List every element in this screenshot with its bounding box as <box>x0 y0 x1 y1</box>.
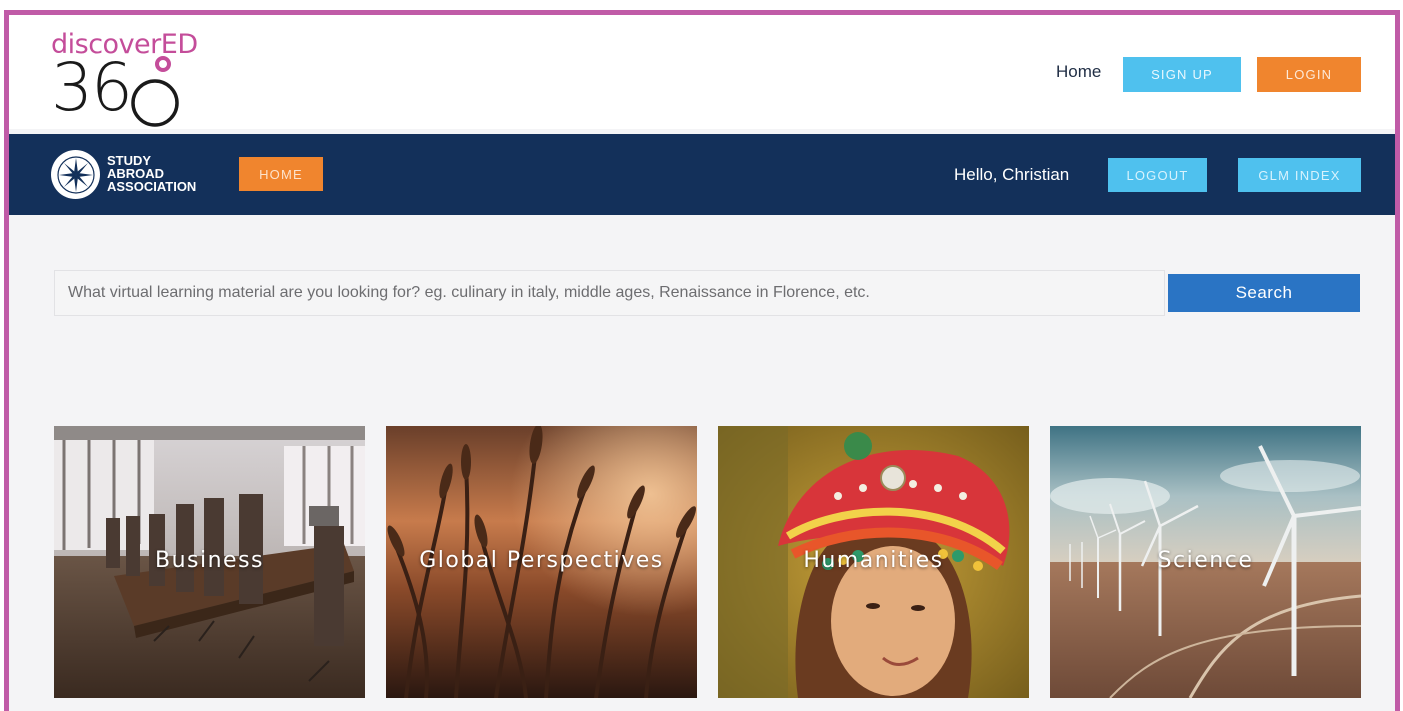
association-name: STUDY ABROAD ASSOCIATION <box>107 153 197 194</box>
logo-zero-ring-icon <box>131 79 179 127</box>
glm-index-button[interactable]: GLM INDEX <box>1238 158 1361 192</box>
logout-button[interactable]: LOGOUT <box>1108 158 1207 192</box>
study-abroad-association-logo[interactable]: STUDY ABROAD ASSOCIATION <box>51 149 226 201</box>
category-tile-business[interactable]: Business <box>54 426 365 698</box>
top-header: discoverED 36 Home SIGN UP LOGIN <box>9 15 1395 129</box>
category-tile-science[interactable]: Science <box>1050 426 1361 698</box>
sign-up-button[interactable]: SIGN UP <box>1123 57 1241 92</box>
login-button[interactable]: LOGIN <box>1257 57 1361 92</box>
search-input[interactable] <box>54 270 1165 316</box>
category-label: Science <box>1157 548 1254 573</box>
discovered-360-logo[interactable]: discoverED 36 <box>51 29 198 127</box>
search-button[interactable]: Search <box>1168 274 1360 312</box>
category-label: Global Perspectives <box>419 548 664 573</box>
category-label: Business <box>154 548 264 573</box>
logo-number: 36 <box>51 49 133 126</box>
category-label: Humanities <box>803 548 944 573</box>
compass-icon <box>51 150 100 199</box>
association-nav-bar: STUDY ABROAD ASSOCIATION HOME Hello, Chr… <box>9 134 1395 215</box>
home-button[interactable]: HOME <box>239 157 323 191</box>
category-tile-humanities[interactable]: Humanities <box>718 426 1029 698</box>
top-nav-home-link[interactable]: Home <box>1056 62 1101 82</box>
user-greeting: Hello, Christian <box>954 165 1070 184</box>
page-frame: discoverED 36 Home SIGN UP LOGIN STUDY A… <box>4 10 1400 711</box>
logo-dot-icon <box>155 56 171 72</box>
category-tile-global-perspectives[interactable]: Global Perspectives <box>386 426 697 698</box>
